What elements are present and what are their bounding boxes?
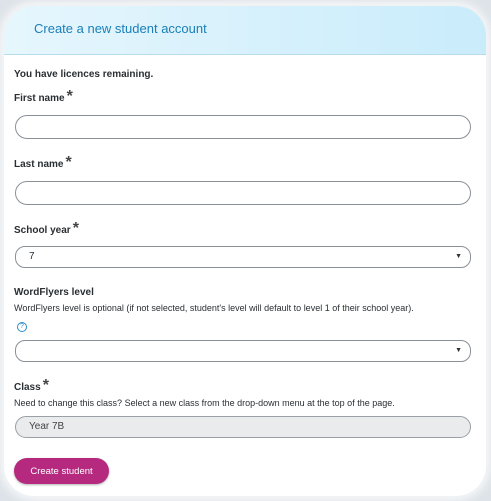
- last-name-label: Last name: [14, 159, 64, 170]
- required-marker: *: [72, 220, 79, 237]
- school-year-value: 7: [29, 251, 35, 262]
- card-title: Create a new student account: [34, 20, 207, 36]
- create-student-button[interactable]: Create student: [14, 458, 109, 484]
- chevron-down-icon: ▼: [455, 347, 462, 354]
- wordflyers-level-select[interactable]: ▼: [15, 340, 471, 362]
- student-form: You have licences remaining. First name *…: [4, 55, 486, 438]
- wordflyers-level-label: WordFlyers level: [14, 287, 94, 298]
- class-field: Year 7B: [15, 416, 471, 438]
- licence-notice: You have licences remaining.: [14, 69, 154, 80]
- class-label: Class: [14, 382, 41, 393]
- wordflyers-level-help: WordFlyers level is optional (if not sel…: [14, 303, 414, 313]
- required-marker: *: [66, 88, 73, 105]
- last-name-input[interactable]: [15, 181, 471, 205]
- required-marker: *: [65, 154, 72, 171]
- class-help: Need to change this class? Select a new …: [14, 398, 395, 408]
- required-marker: *: [42, 377, 49, 394]
- chevron-down-icon: ▼: [455, 253, 462, 260]
- create-student-card: Create a new student account You have li…: [4, 6, 486, 496]
- school-year-select[interactable]: 7 ▼: [15, 246, 471, 268]
- first-name-input[interactable]: [15, 115, 471, 139]
- card-header: Create a new student account: [4, 6, 486, 55]
- first-name-label: First name: [14, 93, 65, 104]
- school-year-label: School year: [14, 225, 71, 236]
- question-circle-icon[interactable]: ?: [17, 322, 27, 332]
